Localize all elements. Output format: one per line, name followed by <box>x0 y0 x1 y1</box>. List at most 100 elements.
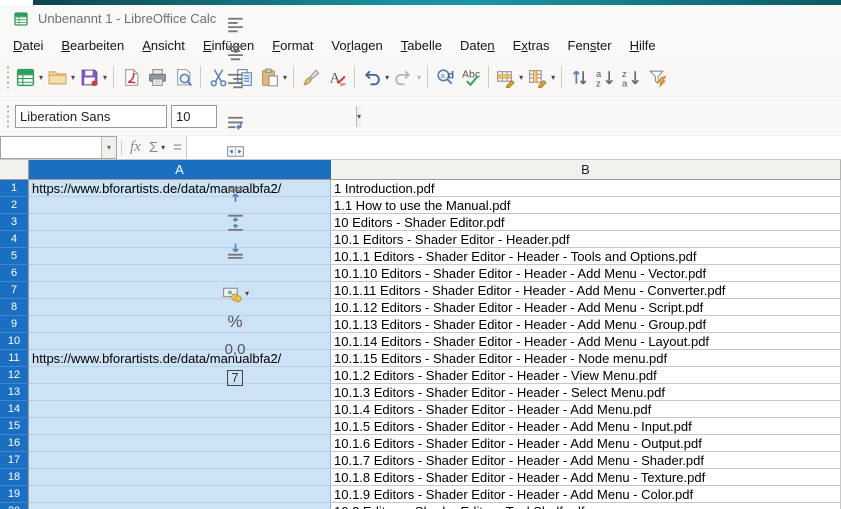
cell-A1[interactable]: https://www.bforartists.de/data/manualbf… <box>29 180 331 197</box>
dropdown-arrow-icon[interactable]: ▾ <box>103 73 107 82</box>
cell-B1[interactable]: 1 Introduction.pdf <box>331 180 841 197</box>
row-header-20[interactable]: 20 <box>0 503 29 509</box>
cell-B20[interactable]: 10.2 Editors - Shader Editor - Tool Shel… <box>331 503 841 509</box>
cell-A5[interactable] <box>29 248 331 265</box>
dropdown-arrow-icon[interactable]: ▾ <box>283 73 287 82</box>
format-percent-button[interactable]: % <box>219 308 251 336</box>
row-header-17[interactable]: 17 <box>0 452 29 469</box>
cell-B12[interactable]: 10.1.2 Editors - Shader Editor - Header … <box>331 367 841 384</box>
function-wizard-icon[interactable]: fx <box>130 139 141 156</box>
cell-B19[interactable]: 10.1.9 Editors - Shader Editor - Header … <box>331 486 841 503</box>
wrap-text-button[interactable] <box>219 110 251 138</box>
print-button[interactable] <box>144 63 170 91</box>
dropdown-arrow-icon[interactable]: ▾ <box>39 73 43 82</box>
cell-A14[interactable] <box>29 401 331 418</box>
dropdown-arrow-icon[interactable]: ▾ <box>417 73 421 82</box>
row-header-8[interactable]: 8 <box>0 299 29 316</box>
autofilter-button[interactable] <box>644 63 670 91</box>
format-date-button[interactable]: 7 <box>219 364 251 392</box>
row-header-12[interactable]: 12 <box>0 367 29 384</box>
font-size-combobox[interactable]: ▾ <box>171 105 217 128</box>
merge-cells-button[interactable] <box>219 138 251 166</box>
sort-button[interactable] <box>566 63 592 91</box>
row-header-5[interactable]: 5 <box>0 248 29 265</box>
cell-A20[interactable] <box>29 503 331 509</box>
cell-B16[interactable]: 10.1.6 Editors - Shader Editor - Header … <box>331 435 841 452</box>
cell-A6[interactable] <box>29 265 331 282</box>
cell-B15[interactable]: 10.1.5 Editors - Shader Editor - Header … <box>331 418 841 435</box>
formula-input-line[interactable] <box>186 136 841 159</box>
cell-A13[interactable] <box>29 384 331 401</box>
center-vertically-button[interactable] <box>219 209 251 237</box>
cell-B9[interactable]: 10.1.13 Editors - Shader Editor - Header… <box>331 316 841 333</box>
select-all-corner[interactable] <box>0 160 29 180</box>
cell-A10[interactable] <box>29 333 331 350</box>
menu-fenster[interactable]: Fenster <box>559 34 621 57</box>
menu-tabelle[interactable]: Tabelle <box>392 34 451 57</box>
row-header-3[interactable]: 3 <box>0 214 29 231</box>
toolbar-grip[interactable] <box>4 104 11 128</box>
name-box[interactable]: ▾ <box>0 136 117 159</box>
menu-datei[interactable]: Datei <box>4 34 52 57</box>
cell-B2[interactable]: 1.1 How to use the Manual.pdf <box>331 197 841 214</box>
formula-input[interactable] <box>187 136 841 159</box>
column-header-a[interactable]: A <box>29 160 331 180</box>
cell-B3[interactable]: 10 Editors - Shader Editor.pdf <box>331 214 841 231</box>
dropdown-arrow-icon[interactable]: ▾ <box>385 73 389 82</box>
menu-hilfe[interactable]: Hilfe <box>621 34 665 57</box>
row-header-19[interactable]: 19 <box>0 486 29 503</box>
sort-descending-button[interactable]: za <box>618 63 644 91</box>
dropdown-arrow-icon[interactable]: ▾ <box>71 73 75 82</box>
row-header-13[interactable]: 13 <box>0 384 29 401</box>
dropdown-arrow-icon[interactable]: ▾ <box>551 73 555 82</box>
chevron-down-icon[interactable]: ▾ <box>356 106 361 127</box>
formula-icon[interactable]: = <box>173 139 182 156</box>
cell-B18[interactable]: 10.1.8 Editors - Shader Editor - Header … <box>331 469 841 486</box>
row-header-7[interactable]: 7 <box>0 282 29 299</box>
find-replace-button[interactable]: ad <box>432 63 458 91</box>
align-right-button[interactable] <box>219 67 251 95</box>
cell-A15[interactable] <box>29 418 331 435</box>
cell-A9[interactable] <box>29 316 331 333</box>
cell-A19[interactable] <box>29 486 331 503</box>
row-header-18[interactable]: 18 <box>0 469 29 486</box>
clear-formatting-button[interactable]: A <box>324 63 350 91</box>
menu-bearbeiten[interactable]: Bearbeiten <box>52 34 133 57</box>
dropdown-arrow-icon[interactable]: ▾ <box>519 73 523 82</box>
spelling-button[interactable]: Abc <box>458 63 484 91</box>
row-header-9[interactable]: 9 <box>0 316 29 333</box>
cell-B10[interactable]: 10.1.14 Editors - Shader Editor - Header… <box>331 333 841 350</box>
dropdown-arrow-icon[interactable]: ▾ <box>245 289 249 298</box>
cell-A11[interactable]: https://www.bforartists.de/data/manualbf… <box>29 350 331 367</box>
export-pdf-button[interactable] <box>118 63 144 91</box>
cell-B14[interactable]: 10.1.4 Editors - Shader Editor - Header … <box>331 401 841 418</box>
align-left-button[interactable] <box>219 11 251 39</box>
save-button[interactable]: ▾ <box>77 63 109 91</box>
row-header-16[interactable]: 16 <box>0 435 29 452</box>
row-header-2[interactable]: 2 <box>0 197 29 214</box>
row-operations-button[interactable]: ▾ <box>493 63 525 91</box>
toolbar-grip[interactable] <box>4 65 11 89</box>
menu-vorlagen[interactable]: Vorlagen <box>322 34 391 57</box>
new-document-button[interactable]: ▾ <box>13 63 45 91</box>
menu-daten[interactable]: Daten <box>451 34 504 57</box>
paste-button[interactable]: ▾ <box>257 63 289 91</box>
redo-button[interactable]: ▾ <box>391 63 423 91</box>
row-header-10[interactable]: 10 <box>0 333 29 350</box>
cell-A4[interactable] <box>29 231 331 248</box>
menu-ansicht[interactable]: Ansicht <box>133 34 194 57</box>
open-button[interactable]: ▾ <box>45 63 77 91</box>
row-header-6[interactable]: 6 <box>0 265 29 282</box>
sort-ascending-button[interactable]: az <box>592 63 618 91</box>
undo-button[interactable]: ▾ <box>359 63 391 91</box>
cell-B13[interactable]: 10.1.3 Editors - Shader Editor - Header … <box>331 384 841 401</box>
column-operations-button[interactable]: ▾ <box>525 63 557 91</box>
row-header-14[interactable]: 14 <box>0 401 29 418</box>
menu-format[interactable]: Format <box>263 34 322 57</box>
menu-extras[interactable]: Extras <box>504 34 559 57</box>
row-header-1[interactable]: 1 <box>0 180 29 197</box>
align-bottom-button[interactable] <box>219 237 251 265</box>
cell-A12[interactable] <box>29 367 331 384</box>
cell-A16[interactable] <box>29 435 331 452</box>
print-preview-button[interactable] <box>170 63 196 91</box>
